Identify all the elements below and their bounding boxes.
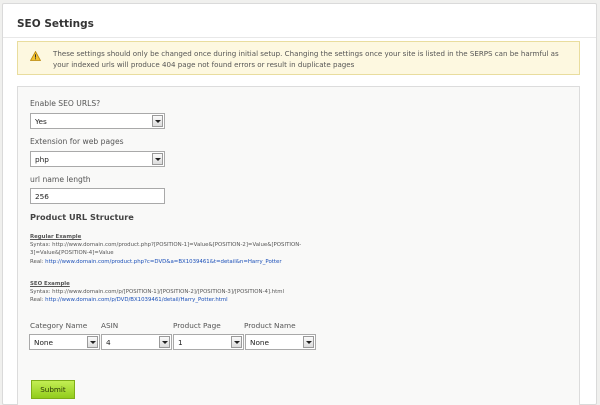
structure-title: Product URL Structure bbox=[30, 212, 134, 222]
seo-example-syntax: Syntax: http://www.domain.com/p/[POSITIO… bbox=[30, 288, 570, 305]
seo-example-heading: SEO Example bbox=[30, 281, 70, 287]
seo-real-line: Real: http://www.domain.com/p/DVD/BX1039… bbox=[30, 296, 570, 304]
position-1-label: Category Name bbox=[30, 321, 88, 330]
position-1-value: None bbox=[34, 338, 54, 347]
warning-triangle-icon bbox=[30, 51, 41, 61]
chevron-down-icon bbox=[87, 336, 98, 348]
seo-real-url[interactable]: http://www.domain.com/p/DVD/BX1039461/de… bbox=[45, 297, 228, 303]
regular-example-heading: Regular Example bbox=[30, 234, 82, 240]
seo-real-label: Real: bbox=[30, 297, 46, 304]
title-divider bbox=[3, 37, 596, 38]
regular-real-line: Real: http://www.domain.com/product.php?… bbox=[30, 258, 570, 266]
submit-button[interactable]: Submit bbox=[31, 380, 75, 399]
enable-seo-select[interactable]: Yes bbox=[30, 113, 165, 129]
position-4-select[interactable]: None bbox=[245, 334, 316, 350]
position-4-label: Product Name bbox=[244, 321, 296, 330]
regular-real-url[interactable]: http://www.domain.com/product.php?c=DVD&… bbox=[45, 259, 281, 265]
chevron-down-icon bbox=[152, 153, 163, 165]
seo-form: Enable SEO URLS? Yes Extension for web p… bbox=[17, 86, 580, 405]
enable-seo-value: Yes bbox=[35, 117, 47, 126]
page-title: SEO Settings bbox=[17, 18, 94, 30]
extension-label: Extension for web pages bbox=[30, 137, 124, 146]
regular-example-syntax: Syntax: http://www.domain.com/product.ph… bbox=[30, 241, 570, 266]
extension-select[interactable]: php bbox=[30, 151, 165, 167]
regular-syntax-line-1: Syntax: http://www.domain.com/product.ph… bbox=[30, 242, 302, 248]
position-3-value: 1 bbox=[178, 338, 183, 347]
position-2-value: 4 bbox=[106, 338, 111, 347]
extension-value: php bbox=[35, 155, 49, 164]
warning-box: These settings should only be changed on… bbox=[17, 41, 580, 75]
warning-text: These settings should only be changed on… bbox=[53, 49, 559, 69]
url-length-input[interactable]: 256 bbox=[30, 188, 165, 204]
regular-syntax-line-2: 3]=Value&[POSITION-4]=Value bbox=[30, 250, 114, 257]
position-3-label: Product Page bbox=[173, 321, 221, 330]
position-2-label: ASIN bbox=[101, 321, 119, 330]
chevron-down-icon bbox=[303, 336, 314, 348]
position-2-select[interactable]: 4 bbox=[101, 334, 172, 350]
chevron-down-icon bbox=[159, 336, 170, 348]
position-1-select[interactable]: None bbox=[29, 334, 100, 350]
position-4-value: None bbox=[250, 338, 270, 347]
chevron-down-icon bbox=[231, 336, 242, 348]
seo-syntax-line-1: Syntax: http://www.domain.com/p/[POSITIO… bbox=[30, 289, 285, 295]
chevron-down-icon bbox=[152, 115, 163, 127]
url-length-label: url name length bbox=[30, 175, 91, 184]
enable-seo-label: Enable SEO URLS? bbox=[30, 99, 101, 108]
regular-real-label: Real: bbox=[30, 258, 46, 265]
position-3-select[interactable]: 1 bbox=[173, 334, 244, 350]
